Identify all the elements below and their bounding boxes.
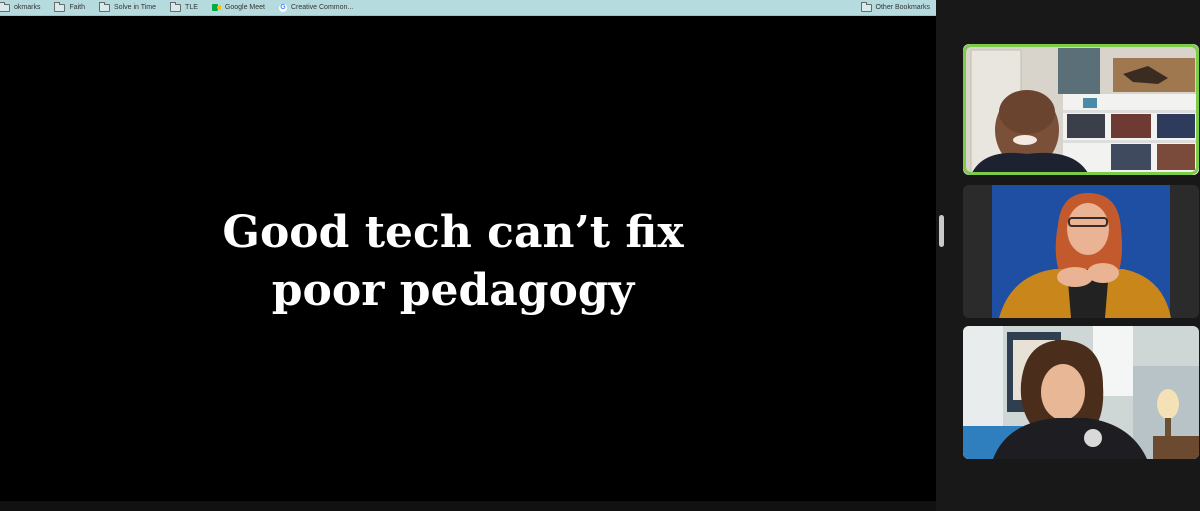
folder-icon: [170, 1, 182, 12]
folder-icon: [54, 1, 66, 12]
bookmark-google-meet[interactable]: Google Meet: [211, 4, 265, 11]
folder-icon: [860, 1, 872, 12]
google-meet-icon: [211, 4, 221, 11]
slide-title-line-2: poor pedagogy: [271, 265, 635, 316]
bookmark-faith[interactable]: Faith: [54, 1, 86, 12]
bookmark-label: Faith: [69, 4, 86, 11]
other-bookmarks[interactable]: Other Bookmarks: [860, 1, 930, 12]
folder-icon: [0, 1, 10, 12]
google-icon: G: [278, 3, 287, 12]
participant-video-tile-1[interactable]: [963, 44, 1199, 175]
slide-title: Good tech can’t fix poor pedagogy: [0, 204, 906, 320]
bookmark-label: TLE: [185, 4, 198, 11]
bookmark-label: okmarks: [14, 4, 41, 11]
bookmark-solve-in-time[interactable]: Solve in Time: [99, 1, 157, 12]
panel-resize-handle[interactable]: [939, 215, 944, 247]
shared-slide: Good tech can’t fix poor pedagogy: [0, 16, 936, 501]
bottom-strip: [0, 501, 936, 511]
participant-video: [963, 185, 1199, 318]
bookmark-tle[interactable]: TLE: [170, 1, 198, 12]
bookmark-bookmarks[interactable]: okmarks: [0, 1, 41, 12]
slide-title-line-1: Good tech can’t fix: [222, 207, 684, 258]
bookmark-creative-commons[interactable]: G Creative Common...: [278, 3, 354, 12]
participant-video-tile-3[interactable]: [963, 326, 1199, 459]
bookmark-label: Creative Common...: [290, 4, 354, 11]
bookmark-label: Google Meet: [224, 4, 265, 11]
folder-icon: [99, 1, 111, 12]
bookmark-label: Solve in Time: [114, 4, 157, 11]
participant-video: [963, 44, 1199, 175]
participant-video: [963, 326, 1199, 459]
participant-video-tile-2[interactable]: [963, 185, 1199, 318]
bookmarks-bar: okmarks Faith Solve in Time TLE Google M…: [0, 0, 936, 16]
bookmark-label: Other Bookmarks: [875, 4, 930, 11]
